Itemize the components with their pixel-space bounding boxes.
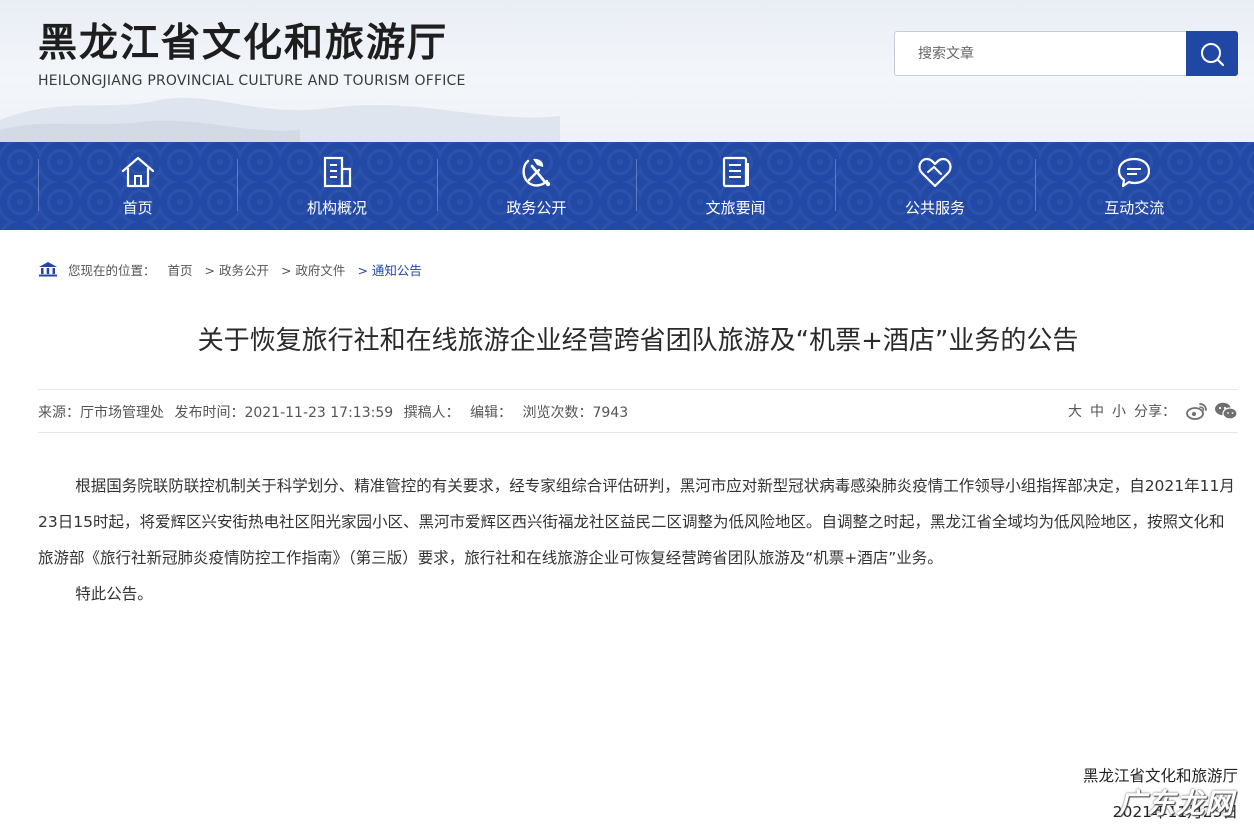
article-title: 关于恢复旅行社和在线旅游企业经营跨省团队旅游及“机票+酒店”业务的公告 (197, 326, 1079, 356)
search-input[interactable] (895, 32, 1185, 75)
nav-label: 文旅要闻 (705, 199, 766, 217)
font-size-large[interactable]: 大 (1068, 401, 1082, 421)
wechat-share-icon[interactable] (1214, 402, 1238, 420)
watermark: 广东龙网 (1118, 787, 1235, 820)
meta-editor: 编辑： (470, 405, 513, 421)
article-body: 根据国务院联防联控机制关于科学划分、精准管控的有关要求，经专家组综合评估研判，黑… (38, 468, 1238, 612)
font-size-small[interactable]: 小 (1112, 401, 1126, 421)
nav-item-government-affairs[interactable]: 政务公开 (436, 142, 636, 230)
location-icon (38, 261, 58, 277)
nav-item-organization[interactable]: 机构概况 (237, 142, 436, 230)
breadcrumb-government-documents[interactable]: > 政府文件 (281, 260, 345, 279)
site-subtitle: HEILONGJIANG PROVINCIAL CULTURE AND TOUR… (38, 73, 466, 89)
weibo-share-icon[interactable] (1186, 402, 1208, 420)
home-icon (121, 156, 154, 188)
font-size-medium[interactable]: 中 (1090, 401, 1104, 421)
nav-separator (1034, 159, 1036, 211)
breadcrumb-prefix: 您现在的位置： (68, 262, 156, 278)
party-emblem-icon (522, 158, 551, 187)
main-nav: 首页 机构概况 政务公开 文旅要闻 公共服务 互动交流 (0, 142, 1254, 230)
handshake-heart-icon (918, 157, 952, 188)
article-meta: 来源：厅市场管理处 发布时间：2021-11-23 17:13:59 撰稿人： … (38, 389, 1238, 433)
breadcrumb-government-affairs[interactable]: > 政务公开 (205, 260, 269, 279)
nav-label: 首页 (122, 199, 153, 217)
nav-label: 机构概况 (306, 199, 367, 217)
nav-item-public-services[interactable]: 公共服务 (835, 142, 1034, 230)
breadcrumb-notices[interactable]: > 通知公告 (357, 260, 421, 279)
article-paragraph: 特此公告。 (75, 585, 153, 603)
search-box (894, 31, 1238, 76)
building-icon (323, 156, 352, 188)
nav-separator (436, 159, 438, 211)
share-label: 分享： (1134, 404, 1176, 420)
meta-author: 撰稿人： (403, 405, 460, 421)
nav-separator (38, 159, 39, 211)
search-icon (1201, 42, 1225, 66)
nav-separator (835, 159, 837, 211)
breadcrumb-home[interactable]: 首页 (168, 260, 193, 279)
site-title[interactable]: 黑龙江省文化和旅游厅 (38, 12, 448, 68)
nav-label: 互动交流 (1104, 199, 1165, 217)
site-header: 黑龙江省文化和旅游厅 HEILONGJIANG PROVINCIAL CULTU… (0, 0, 1254, 142)
chat-icon (1118, 157, 1151, 188)
nav-item-home[interactable]: 首页 (38, 142, 237, 230)
breadcrumb: 您现在的位置： 首页 > 政务公开 > 政府文件 > 通知公告 (38, 258, 434, 280)
nav-separator (237, 159, 239, 211)
meta-views: 浏览次数：7943 (522, 405, 629, 421)
meta-publish-time: 发布时间：2021-11-23 17:13:59 (174, 405, 394, 421)
meta-source: 来源：厅市场管理处 (38, 405, 164, 421)
article-paragraph: 根据国务院联防联控机制关于科学划分、精准管控的有关要求，经专家组综合评估研判，黑… (38, 477, 1235, 567)
nav-separator (635, 159, 637, 211)
nav-label: 政务公开 (506, 199, 567, 217)
news-icon (722, 156, 749, 188)
search-button[interactable] (1186, 31, 1238, 76)
nav-label: 公共服务 (904, 199, 965, 217)
nav-item-culture-tourism-news[interactable]: 文旅要闻 (635, 142, 835, 230)
nav-item-interaction[interactable]: 互动交流 (1034, 142, 1234, 230)
